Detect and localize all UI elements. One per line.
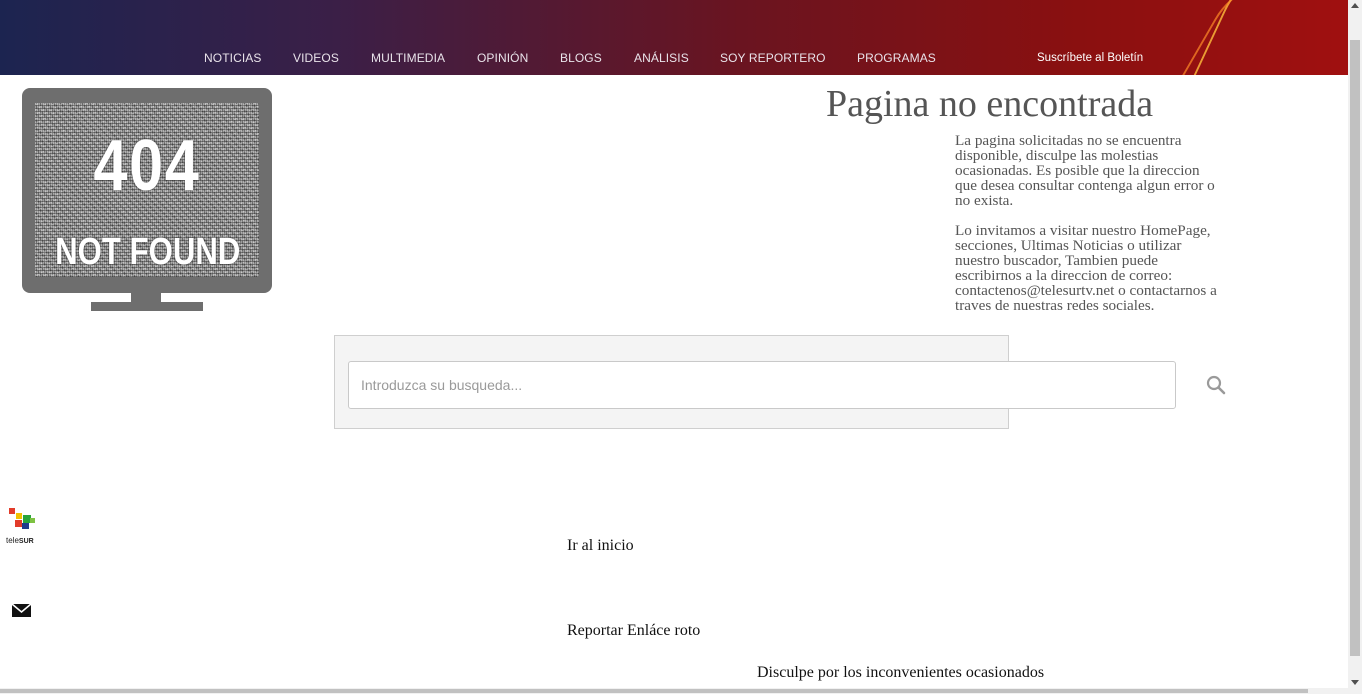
nav-item-blogs[interactable]: BLOGS bbox=[560, 51, 602, 65]
logo-label-sur: SUR bbox=[18, 538, 34, 545]
mail-icon bbox=[11, 603, 32, 617]
logo-label: teleSUR bbox=[6, 536, 34, 545]
telesur-logo[interactable]: teleSUR bbox=[6, 506, 40, 548]
error-message: NOT FOUND bbox=[55, 231, 241, 273]
search-icon bbox=[1206, 375, 1226, 395]
nav-item-analisis[interactable]: ANÁLISIS bbox=[634, 51, 689, 65]
scroll-up-arrow-icon[interactable] bbox=[1351, 3, 1359, 8]
vertical-scrollbar[interactable] bbox=[1348, 0, 1362, 694]
description-paragraph: Lo invitamos a visitar nuestro HomePage,… bbox=[955, 222, 1217, 314]
tv-stand-base bbox=[91, 302, 203, 311]
description-paragraph: La pagina solicitadas no se encuentra di… bbox=[955, 132, 1215, 209]
main-nav: NOTICIAS VIDEOS MULTIMEDIA OPINIÓN BLOGS… bbox=[0, 51, 1348, 67]
apology-text: Disculpe por los inconvenientes ocasiona… bbox=[757, 664, 1045, 681]
tv-screen: 404 NOT FOUND bbox=[35, 103, 259, 277]
scrollbar-thumb[interactable] bbox=[0, 689, 1308, 693]
search-button[interactable] bbox=[1204, 373, 1228, 397]
page-title: Pagina no encontrada bbox=[826, 83, 1154, 125]
telesur-logo-icon bbox=[9, 508, 35, 529]
nav-item-soy-reportero[interactable]: SOY REPORTERO bbox=[720, 51, 826, 65]
scrollbar-thumb[interactable] bbox=[1350, 40, 1360, 656]
not-found-illustration: 404 NOT FOUND bbox=[22, 88, 272, 312]
nav-item-opinion[interactable]: OPINIÓN bbox=[477, 51, 528, 65]
nav-item-programas[interactable]: PROGRAMAS bbox=[857, 51, 936, 65]
mail-button[interactable] bbox=[11, 602, 32, 619]
nav-item-noticias[interactable]: NOTICIAS bbox=[204, 51, 261, 65]
report-broken-link[interactable]: Reportar Enláce roto bbox=[567, 622, 700, 640]
scroll-down-arrow-icon[interactable] bbox=[1351, 680, 1359, 685]
error-code: 404 bbox=[93, 126, 201, 206]
newsletter-subscribe-link[interactable]: Suscríbete al Boletín bbox=[1037, 52, 1143, 64]
nav-item-videos[interactable]: VIDEOS bbox=[293, 51, 339, 65]
horizontal-scrollbar[interactable] bbox=[0, 688, 1348, 694]
home-link[interactable]: Ir al inicio bbox=[567, 537, 634, 555]
nav-item-multimedia[interactable]: MULTIMEDIA bbox=[371, 51, 445, 65]
error-description: La pagina solicitadas no se encuentra di… bbox=[955, 133, 1217, 328]
logo-label-tele: tele bbox=[6, 536, 19, 545]
search-input[interactable] bbox=[348, 361, 1176, 409]
